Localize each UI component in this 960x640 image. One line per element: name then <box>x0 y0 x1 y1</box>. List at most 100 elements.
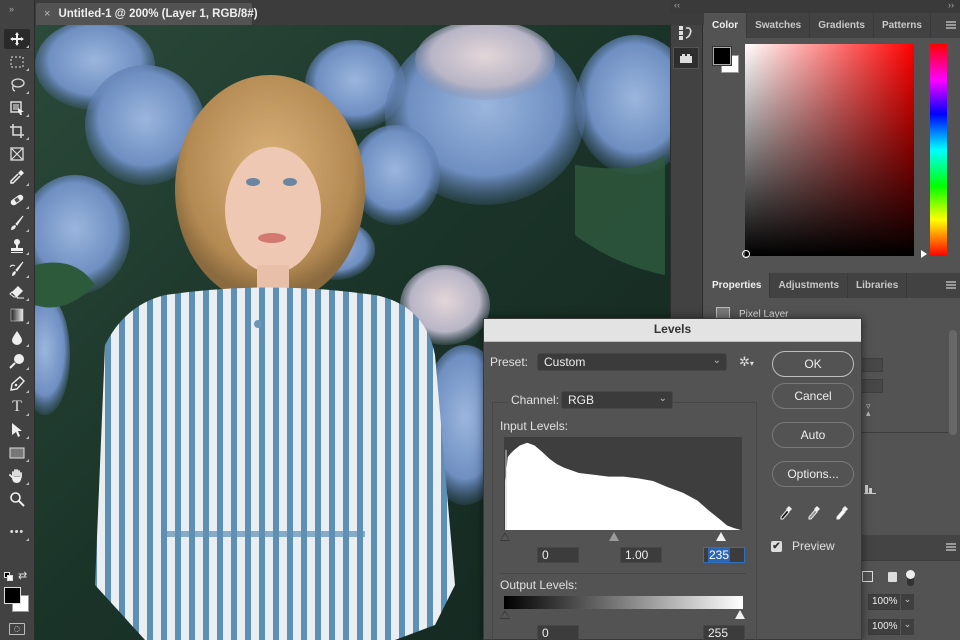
tab-swatches[interactable]: Swatches <box>747 13 811 38</box>
edit-toolbar-button[interactable]: ••• <box>4 522 30 542</box>
marquee-icon <box>10 56 24 68</box>
output-gradient-bar <box>504 596 743 609</box>
eraser-tool[interactable] <box>4 282 30 302</box>
panel-menu-icon[interactable] <box>946 543 956 551</box>
output-black-slider[interactable] <box>500 610 510 619</box>
pen-icon <box>10 376 25 391</box>
zoom-tool[interactable] <box>4 489 30 509</box>
collapse-dock-left-button[interactable]: ‹‹ <box>674 0 680 10</box>
channel-value: RGB <box>568 393 595 407</box>
hue-slider-handle[interactable] <box>921 250 927 258</box>
ok-button[interactable]: OK <box>772 351 854 377</box>
options-button[interactable]: Options... <box>772 461 854 487</box>
gradient-icon <box>10 308 24 322</box>
tab-libraries[interactable]: Libraries <box>848 273 908 298</box>
preset-options-button[interactable]: ✲▾ <box>739 354 754 370</box>
align-icon[interactable]: ▿ ▴ <box>866 402 871 418</box>
document-tab[interactable]: × Untitled-1 @ 200% (Layer 1, RGB/8#) <box>36 3 258 25</box>
hand-icon <box>9 469 22 483</box>
input-white-field[interactable]: 235 <box>703 547 745 563</box>
color-panel: Color Swatches Gradients Patterns <box>704 13 960 275</box>
output-white-slider[interactable] <box>735 610 745 619</box>
input-white-value: 235 <box>708 548 731 562</box>
input-black-field[interactable]: 0 <box>537 547 579 563</box>
saturation-brightness-field[interactable] <box>745 44 914 256</box>
preset-select[interactable]: Custom ⌄ <box>537 353 727 371</box>
channel-label: Channel: <box>508 393 563 407</box>
more-icon: ••• <box>9 526 25 538</box>
lasso-tool[interactable] <box>4 75 30 95</box>
history-icon <box>679 26 692 40</box>
collapse-icon: » <box>9 4 15 14</box>
history-brush-tool[interactable] <box>4 259 30 279</box>
pen-tool[interactable] <box>4 374 30 394</box>
type-tool[interactable]: T <box>4 397 30 417</box>
transform-icon[interactable] <box>862 571 873 582</box>
brush-tool[interactable] <box>4 213 30 233</box>
output-black-field[interactable]: 0 <box>537 625 579 640</box>
panel-menu-icon[interactable] <box>946 21 956 29</box>
white-point-eyedropper-icon[interactable] <box>835 505 849 521</box>
histogram-area <box>505 442 741 530</box>
frame-tool[interactable] <box>4 144 30 164</box>
auto-button[interactable]: Auto <box>772 422 854 448</box>
black-point-eyedropper-icon[interactable] <box>779 505 793 521</box>
collapse-dock-right-button[interactable]: ›› <box>948 0 954 10</box>
tab-properties[interactable]: Properties <box>704 273 771 298</box>
hue-slider[interactable] <box>930 44 947 256</box>
toolbar-collapse-button[interactable]: » <box>0 0 35 25</box>
bandage-icon <box>10 194 24 206</box>
cancel-button[interactable]: Cancel <box>772 383 854 409</box>
blur-tool[interactable] <box>4 328 30 348</box>
stamp-icon <box>11 239 23 253</box>
output-white-field[interactable]: 255 <box>703 625 745 640</box>
preview-checkbox[interactable]: ✔ <box>771 541 782 552</box>
history-brush-icon <box>9 261 24 276</box>
eraser-icon <box>9 286 24 299</box>
opacity-dropdown[interactable]: ⌄ <box>900 594 914 610</box>
input-gamma-field[interactable]: 1.00 <box>620 547 662 563</box>
eyedropper-tool[interactable] <box>4 167 30 187</box>
input-gamma-slider[interactable] <box>609 532 619 541</box>
histogram-icon[interactable] <box>864 484 876 494</box>
swap-colors-icon[interactable]: ⇄ <box>18 569 27 582</box>
input-black-slider[interactable] <box>500 532 510 541</box>
close-tab-icon[interactable]: × <box>44 8 50 20</box>
foreground-color-swatch[interactable] <box>4 587 21 604</box>
clone-stamp-tool[interactable] <box>4 236 30 256</box>
object-selection-icon <box>10 101 24 115</box>
drop-icon <box>12 331 22 345</box>
history-panel-button[interactable] <box>673 22 699 44</box>
crop-tool[interactable] <box>4 121 30 141</box>
tab-patterns[interactable]: Patterns <box>874 13 931 38</box>
hand-tool[interactable] <box>4 466 30 486</box>
spot-healing-brush-tool[interactable] <box>4 190 30 210</box>
foreground-color-chip[interactable] <box>712 46 732 66</box>
move-tool[interactable] <box>4 29 30 49</box>
input-white-slider[interactable] <box>716 532 726 541</box>
channel-select[interactable]: RGB ⌄ <box>561 391 673 409</box>
caret-icon: ▾ <box>749 359 754 368</box>
rectangular-marquee-tool[interactable] <box>4 52 30 72</box>
dock-header: ‹‹ ›› <box>670 0 960 13</box>
dodge-tool[interactable] <box>4 351 30 371</box>
panel-menu-icon[interactable] <box>946 281 956 289</box>
plugins-panel-button[interactable] <box>673 47 699 69</box>
magnifier-icon <box>10 492 25 507</box>
properties-scrollbar[interactable] <box>949 330 957 435</box>
path-selection-tool[interactable] <box>4 420 30 440</box>
rectangle-tool[interactable] <box>4 443 30 463</box>
tab-color[interactable]: Color <box>704 13 748 38</box>
default-colors-icon[interactable] <box>4 572 14 582</box>
color-picker-handle[interactable] <box>742 250 750 258</box>
histogram-chart <box>505 442 741 530</box>
quick-mask-icon[interactable] <box>9 623 25 635</box>
dialog-title[interactable]: Levels <box>484 319 861 342</box>
lock-artboard-icon[interactable] <box>888 572 897 582</box>
gray-point-eyedropper-icon[interactable] <box>807 505 821 521</box>
fill-dropdown[interactable]: ⌄ <box>900 619 914 635</box>
tab-gradients[interactable]: Gradients <box>810 13 874 38</box>
object-selection-tool[interactable] <box>4 98 30 118</box>
tab-adjustments[interactable]: Adjustments <box>770 273 849 298</box>
gradient-tool[interactable] <box>4 305 30 325</box>
